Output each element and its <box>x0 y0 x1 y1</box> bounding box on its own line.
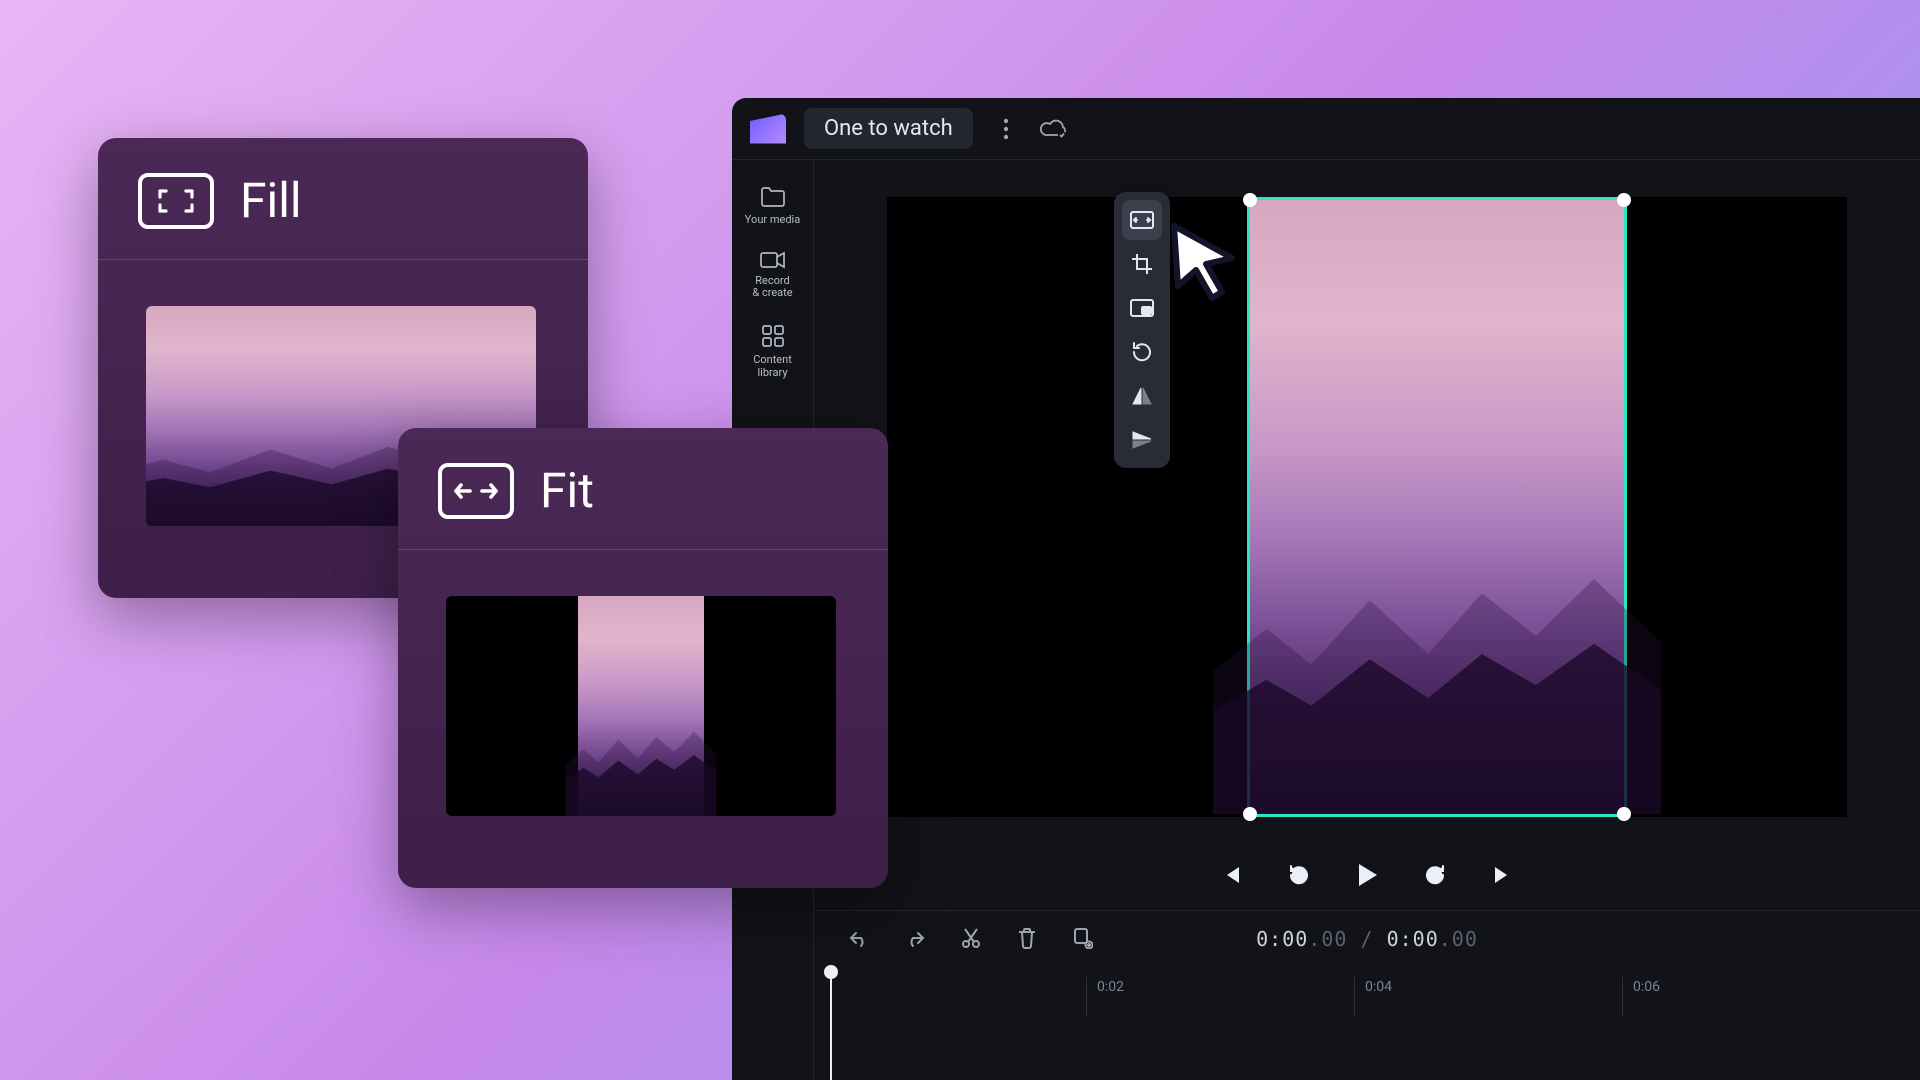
timeline-tick: 0:06 <box>1622 977 1660 1017</box>
playback-controls <box>814 840 1920 910</box>
resize-handle[interactable] <box>1617 193 1631 207</box>
rotate-tool[interactable] <box>1122 332 1162 372</box>
fit-preview <box>446 596 836 816</box>
sidebar-label: Content library <box>753 354 792 379</box>
fit-icon <box>438 463 514 519</box>
sidebar-label: Record & create <box>752 275 792 300</box>
play-button[interactable] <box>1350 858 1384 892</box>
flip-vertical-tool[interactable] <box>1122 420 1162 460</box>
floating-toolstrip <box>1114 192 1170 468</box>
stage[interactable] <box>814 160 1920 840</box>
timeline-toolbar <box>844 923 1098 953</box>
timeline-tick: 0:02 <box>1086 977 1124 1017</box>
skip-back-button[interactable] <box>1214 858 1248 892</box>
rewind-button[interactable] <box>1282 858 1316 892</box>
resize-handle[interactable] <box>1243 193 1257 207</box>
timeline-tick: 0:04 <box>1354 977 1392 1017</box>
crop-tool[interactable] <box>1122 244 1162 284</box>
cloud-sync-icon[interactable] <box>1039 114 1069 144</box>
duplicate-button[interactable] <box>1068 923 1098 953</box>
project-title[interactable]: One to watch <box>804 108 973 149</box>
selected-clip[interactable] <box>1247 197 1627 817</box>
sidebar-item-your-media[interactable]: Your media <box>732 186 813 227</box>
split-button[interactable] <box>956 923 986 953</box>
titlebar: One to watch <box>732 98 1920 160</box>
sidebar-item-record[interactable]: Record & create <box>732 251 813 300</box>
flip-horizontal-tool[interactable] <box>1122 376 1162 416</box>
undo-button[interactable] <box>844 923 874 953</box>
app-logo-icon <box>750 114 786 144</box>
sidebar-item-content[interactable]: Content library <box>732 324 813 379</box>
fit-card: Fit <box>398 428 888 888</box>
delete-button[interactable] <box>1012 923 1042 953</box>
timeline[interactable]: 0:00.00 / 0:00.00 0:02 0:04 0:06 <box>814 910 1920 1080</box>
skip-forward-button[interactable] <box>1486 858 1520 892</box>
timecode: 0:00.00 / 0:00.00 <box>1256 927 1478 951</box>
playhead[interactable] <box>830 973 832 1080</box>
resize-handle[interactable] <box>1617 807 1631 821</box>
forward-button[interactable] <box>1418 858 1452 892</box>
fill-title: Fill <box>240 172 302 229</box>
resize-handle[interactable] <box>1243 807 1257 821</box>
more-icon[interactable] <box>991 114 1021 144</box>
editor-window: One to watch Your media Record & create <box>732 98 1920 1080</box>
sidebar-label: Your media <box>745 214 800 227</box>
fill-icon <box>138 173 214 229</box>
canvas[interactable] <box>887 197 1847 817</box>
pip-tool[interactable] <box>1122 288 1162 328</box>
timeline-ruler[interactable]: 0:02 0:04 0:06 <box>814 977 1920 1017</box>
fit-fill-tool[interactable] <box>1122 200 1162 240</box>
redo-button[interactable] <box>900 923 930 953</box>
fit-title: Fit <box>540 462 594 519</box>
